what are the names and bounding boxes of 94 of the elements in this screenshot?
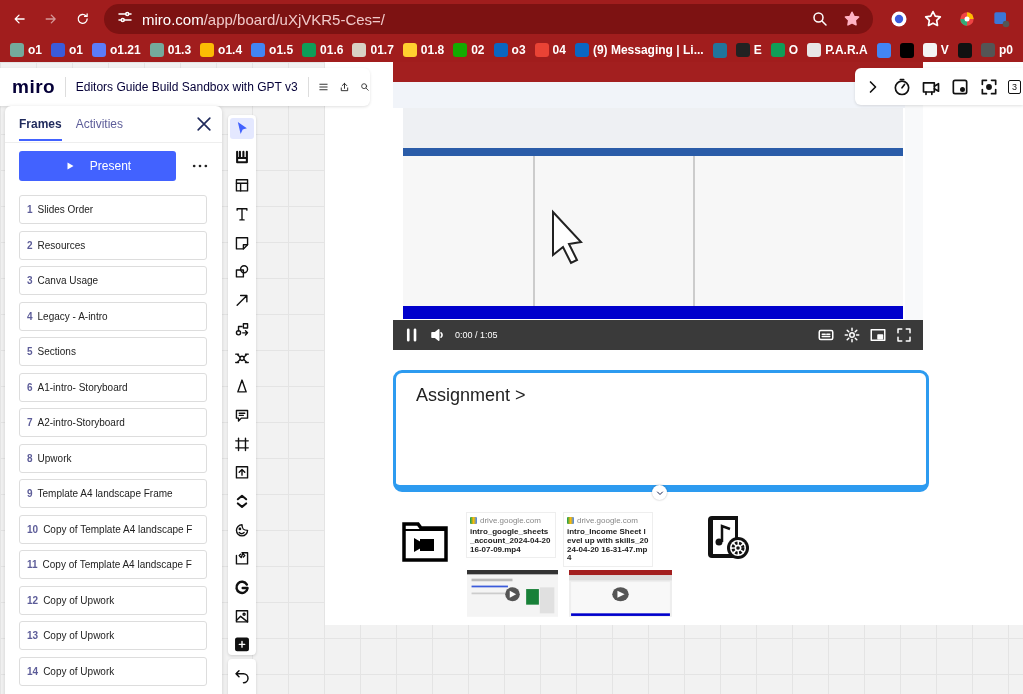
zoom-icon[interactable] bbox=[811, 10, 829, 28]
timer-icon[interactable] bbox=[892, 76, 912, 97]
bookmark-label[interactable]: O bbox=[788, 43, 799, 57]
address-bar[interactable]: miro.com/app/board/uXjVKR5-Ces=/ bbox=[104, 4, 873, 34]
bookmark-label[interactable]: P.A.R.A bbox=[825, 43, 868, 57]
frame-title: Copy of Upwork bbox=[43, 630, 115, 641]
cursor-tool-icon[interactable] bbox=[230, 118, 254, 139]
frame-list-item[interactable]: 14 Copy of Upwork bbox=[19, 656, 207, 686]
bookmark-label[interactable]: 04 bbox=[552, 43, 566, 57]
music-book-gear-icon[interactable] bbox=[705, 514, 751, 560]
frame-number: 7 bbox=[27, 417, 33, 428]
bookmark-label[interactable]: V bbox=[940, 43, 949, 57]
file-name: intro_google_sheets_account_2024-04-20 16-07-09.mp4 bbox=[470, 528, 552, 555]
bookmark-icon[interactable] bbox=[957, 42, 972, 58]
panel-tab[interactable]: Frames bbox=[19, 107, 62, 141]
frame-list-item[interactable]: 6 A1-intro- Storyboard bbox=[19, 372, 207, 402]
frame-list-item[interactable]: 10 Copy of Template A4 landscape F bbox=[19, 514, 207, 544]
frame-number: 9 bbox=[27, 488, 33, 499]
card-title: Assignment > bbox=[416, 385, 526, 406]
drive-icon bbox=[470, 517, 477, 524]
frame-number: 14 bbox=[27, 665, 39, 677]
panel-tab[interactable]: Activities bbox=[75, 107, 124, 141]
frame-list-item[interactable]: 13 Copy of Upwork bbox=[19, 621, 207, 650]
color-wheel-icon[interactable] bbox=[957, 9, 977, 29]
frame-title: Copy of Template A4 landscape F bbox=[43, 523, 193, 535]
bookmark-label[interactable]: 01.6 bbox=[320, 43, 344, 57]
bookmark-label[interactable]: o1.5 bbox=[269, 43, 294, 57]
frame-title: Resources bbox=[37, 239, 86, 251]
bookmark-label[interactable]: 01.8 bbox=[420, 43, 445, 57]
present-button[interactable]: Present bbox=[19, 151, 176, 181]
star-icon[interactable] bbox=[923, 9, 943, 29]
frame-title: Template A4 landscape Frame bbox=[37, 488, 173, 499]
frame-number: 13 bbox=[27, 630, 39, 641]
file-link-card[interactable]: drive.google.com intro_Income Sheet level up with skills_2024-04-20 16-31-47.mp4 bbox=[563, 512, 653, 568]
bookmark-icon[interactable] bbox=[899, 42, 914, 58]
extension-icon[interactable] bbox=[889, 9, 909, 29]
frame-title: Legacy - A-intro bbox=[37, 310, 108, 322]
bookmark-label[interactable]: o1 bbox=[28, 43, 42, 57]
frame-title: Canva Usage bbox=[37, 275, 99, 286]
frame-list-item[interactable]: 9 Template A4 landscape Frame bbox=[19, 479, 207, 508]
frame-title: Upwork bbox=[37, 452, 72, 464]
url-text: miro.com/app/board/uXjVKR5-Ces=/ bbox=[142, 10, 387, 28]
video-time: 0:00 / 1:05 bbox=[455, 330, 498, 340]
frame-list-item[interactable]: 4 Legacy - A-intro bbox=[19, 301, 207, 331]
bookmark-label[interactable]: p0 bbox=[999, 43, 1013, 57]
frame-title: Copy of Upwork bbox=[43, 594, 115, 606]
bookmark-star-icon[interactable] bbox=[843, 10, 861, 28]
drive-icon bbox=[567, 517, 574, 524]
frame-list-item[interactable]: 1 Slides Order bbox=[19, 195, 207, 224]
assignment-card[interactable]: Assignment > bbox=[393, 370, 929, 492]
bookmark-label[interactable]: 02 bbox=[471, 43, 485, 57]
frame-title: Sections bbox=[37, 346, 76, 357]
bookmark-label[interactable]: E bbox=[753, 43, 762, 57]
frame-number: 1 bbox=[27, 204, 33, 215]
frame-number: 5 bbox=[27, 346, 33, 357]
frame-number: 11 bbox=[27, 559, 38, 570]
bookmark-label[interactable]: o1.4 bbox=[218, 43, 243, 57]
count-badge[interactable]: 3 bbox=[1008, 79, 1021, 94]
frame-number: 3 bbox=[27, 275, 33, 286]
close-icon[interactable] bbox=[194, 114, 214, 134]
file-link-card[interactable]: drive.google.com intro_google_sheets_account_2024-04-20 16-07-09.mp4 bbox=[466, 512, 556, 559]
frame-title: A1-intro- Storyboard bbox=[37, 381, 128, 393]
frame-list-item[interactable]: 5 Sections bbox=[19, 337, 207, 366]
frame-title: Slides Order bbox=[37, 204, 94, 215]
frame-list-item[interactable]: 12 Copy of Upwork bbox=[19, 585, 207, 615]
frame-number: 12 bbox=[27, 594, 39, 606]
frame-title: A2-intro-Storyboard bbox=[37, 417, 125, 428]
miniplayer-icon[interactable] bbox=[869, 326, 887, 344]
frame-list-item[interactable]: 3 Canva Usage bbox=[19, 266, 207, 295]
file-name: intro_Income Sheet level up with skills_2024-04-20 16-31-47.mp4 bbox=[567, 528, 649, 564]
frame-number: 6 bbox=[27, 381, 33, 393]
settings-icon[interactable] bbox=[843, 326, 861, 344]
fullscreen-icon[interactable] bbox=[895, 326, 913, 344]
bookmark-label[interactable]: 01.7 bbox=[370, 43, 394, 57]
frame-list-item[interactable]: 11 Copy of Template A4 landscape F bbox=[19, 550, 207, 579]
link-source: drive.google.com bbox=[480, 516, 541, 525]
board-title[interactable]: Editors Guide Build Sandbox with GPT v3 bbox=[75, 80, 298, 94]
frame-title: Copy of Upwork bbox=[43, 665, 115, 677]
frame-title: Copy of Template A4 landscape F bbox=[42, 559, 192, 570]
frame-number: 2 bbox=[27, 239, 33, 251]
bookmark-label[interactable]: 01.3 bbox=[167, 43, 192, 57]
frame-list-item[interactable]: 2 Resources bbox=[19, 230, 207, 260]
frame-number: 10 bbox=[27, 523, 39, 535]
bookmark-label[interactable]: o1 bbox=[69, 43, 84, 57]
frame-number: 8 bbox=[27, 452, 33, 464]
bookmark-label[interactable]: o1.21 bbox=[110, 43, 141, 57]
frame-list-item[interactable]: 7 A2-intro-Storyboard bbox=[19, 408, 207, 437]
miro-logo[interactable]: miro bbox=[12, 76, 56, 98]
bookmark-label[interactable]: (9) Messaging | Li... bbox=[592, 43, 704, 57]
link-source: drive.google.com bbox=[577, 516, 638, 525]
frame-list-item[interactable]: 8 Upwork bbox=[19, 443, 207, 473]
frame-number: 4 bbox=[27, 310, 33, 322]
bookmark-label[interactable]: o3 bbox=[511, 43, 526, 57]
video-folder-icon[interactable] bbox=[402, 522, 448, 562]
